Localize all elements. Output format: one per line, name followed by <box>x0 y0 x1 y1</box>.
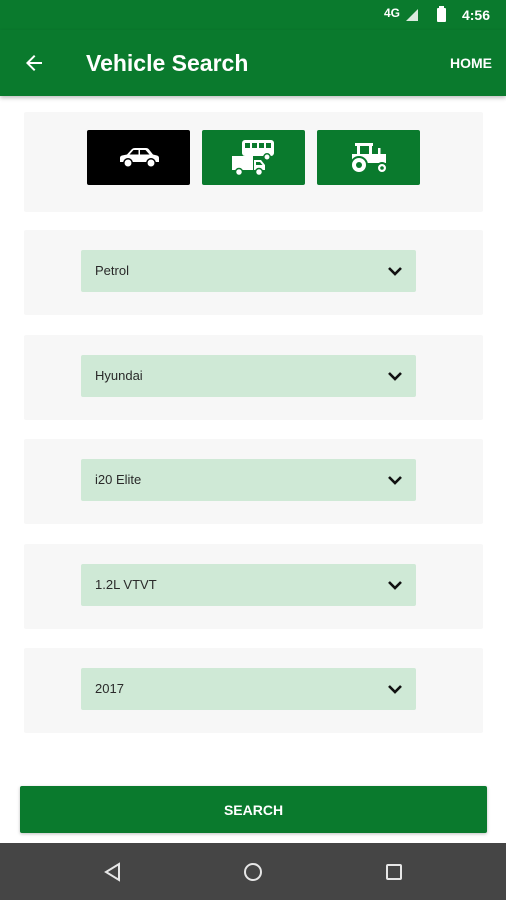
nav-home-icon[interactable] <box>241 860 265 884</box>
fuel-type-value: Petrol <box>95 263 129 278</box>
network-type: 4G <box>383 6 400 20</box>
vehicle-type-tractor-button[interactable] <box>317 130 420 185</box>
back-arrow-icon[interactable] <box>22 51 46 75</box>
nav-back-icon[interactable] <box>101 860 125 884</box>
fuel-select-card: Petrol <box>24 230 483 315</box>
clock: 4:56 <box>461 7 490 23</box>
page-title: Vehicle Search <box>86 50 249 76</box>
home-button[interactable]: HOME <box>450 55 492 71</box>
chevron-down-icon <box>388 685 402 694</box>
car-icon <box>119 147 159 168</box>
year-dropdown[interactable]: 2017 <box>81 668 416 710</box>
make-value: Hyundai <box>95 368 143 383</box>
engine-select-card: 1.2L VTVT <box>24 544 483 629</box>
fuel-type-dropdown[interactable]: Petrol <box>81 250 416 292</box>
status-bar: 4G 4:56 <box>0 0 506 30</box>
vehicle-type-selector <box>24 112 483 212</box>
make-select-card: Hyundai <box>24 335 483 420</box>
engine-value: 1.2L VTVT <box>95 577 157 592</box>
chevron-down-icon <box>388 267 402 276</box>
year-value: 2017 <box>95 681 124 696</box>
chevron-down-icon <box>388 581 402 590</box>
vehicle-type-commercial-button[interactable] <box>202 130 305 185</box>
chevron-down-icon <box>388 476 402 485</box>
search-button[interactable]: SEARCH <box>20 786 487 833</box>
year-select-card: 2017 <box>24 648 483 733</box>
system-nav-bar <box>0 843 506 900</box>
nav-recents-icon[interactable] <box>382 860 406 884</box>
model-select-card: i20 Elite <box>24 439 483 524</box>
vehicle-type-car-button[interactable] <box>87 130 190 185</box>
model-dropdown[interactable]: i20 Elite <box>81 459 416 501</box>
truck-bus-icon <box>231 139 274 176</box>
battery-icon <box>437 6 446 22</box>
engine-dropdown[interactable]: 1.2L VTVT <box>81 564 416 606</box>
make-dropdown[interactable]: Hyundai <box>81 355 416 397</box>
signal-icon <box>406 9 418 21</box>
app-bar: Vehicle Search HOME <box>0 30 506 96</box>
tractor-icon <box>349 142 388 174</box>
model-value: i20 Elite <box>95 472 142 487</box>
chevron-down-icon <box>388 372 402 381</box>
